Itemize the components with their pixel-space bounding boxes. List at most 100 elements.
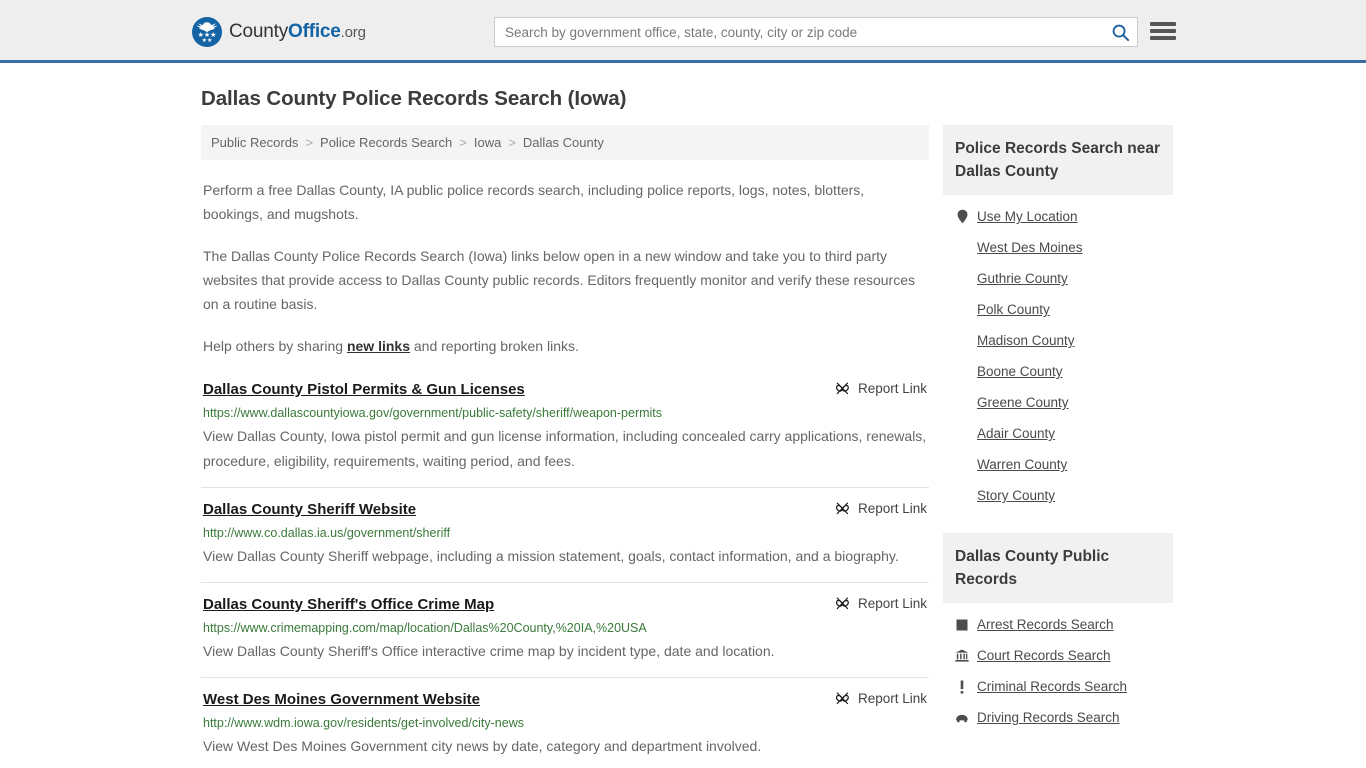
page-title: Dallas County Police Records Search (Iow… (201, 87, 627, 110)
result-title-link[interactable]: Dallas County Pistol Permits & Gun Licen… (203, 380, 525, 400)
page-body: Dallas County Police Records Search (Iow… (0, 87, 1366, 768)
sidebar: Police Records Search near Dallas County… (943, 125, 1173, 739)
intro-paragraph-1: Perform a free Dallas County, IA public … (203, 182, 865, 222)
nearby-link[interactable]: Boone County (977, 364, 1063, 379)
nearby-item[interactable]: Greene County (943, 387, 1173, 418)
breadcrumb-item-public-records[interactable]: Public Records (211, 135, 298, 150)
intro-paragraph-2: The Dallas County Police Records Search … (203, 248, 916, 312)
logo-stars-row-2: ★★ (201, 38, 213, 44)
report-link-label: Report Link (857, 501, 927, 516)
nearby-link[interactable]: Madison County (977, 333, 1075, 348)
breadcrumb-item-dallas-county[interactable]: Dallas County (523, 135, 604, 150)
result-description: View Dallas County, Iowa pistol permit a… (203, 428, 927, 469)
report-link-button[interactable]: Report Link (835, 380, 927, 396)
nearby-link[interactable]: Warren County (977, 457, 1067, 472)
result-item: West Des Moines Government Website Report… (201, 690, 929, 768)
public-records-link[interactable]: Driving Records Search (977, 710, 1120, 725)
nearby-item[interactable]: Madison County (943, 325, 1173, 356)
result-title-link[interactable]: Dallas County Sheriff Website (203, 500, 416, 520)
broken-link-icon (835, 502, 849, 515)
car-icon (955, 713, 969, 723)
public-records-item[interactable]: Court Records Search (943, 640, 1173, 671)
breadcrumb-item-iowa[interactable]: Iowa (474, 135, 501, 150)
fingerprint-icon (956, 619, 968, 630)
result-header: Dallas County Pistol Permits & Gun Licen… (203, 380, 927, 400)
public-records-item[interactable]: Criminal Records Search (943, 671, 1173, 702)
public-records-list: Arrest Records Search Court Records Searc… (943, 603, 1173, 733)
search-bar[interactable] (494, 17, 1138, 47)
result-header: West Des Moines Government Website Report… (203, 690, 927, 710)
report-link-label: Report Link (857, 691, 927, 706)
search-input[interactable] (495, 18, 1103, 46)
result-item: Dallas County Sheriff Website Report Link… (201, 500, 929, 583)
intro-p3-after: and reporting broken links. (410, 338, 579, 354)
report-link-button[interactable]: Report Link (835, 500, 927, 516)
nearby-link[interactable]: Use My Location (977, 209, 1078, 224)
fingerprint-icon (955, 619, 969, 631)
hamburger-bar-2 (1150, 29, 1176, 33)
courthouse-icon (955, 649, 969, 662)
public-records-link[interactable]: Arrest Records Search (977, 617, 1114, 632)
broken-link-icon (835, 692, 849, 705)
brand-part-county: County (229, 21, 289, 42)
result-header: Dallas County Sheriff Website Report Link (203, 500, 927, 520)
intro-p3-before: Help others by sharing (203, 338, 347, 354)
breadcrumb: Public Records > Police Records Search >… (201, 125, 929, 160)
breadcrumb-item-police-records-search[interactable]: Police Records Search (320, 135, 452, 150)
intro-section: Perform a free Dallas County, IA public … (201, 178, 929, 358)
hamburger-bar-1 (1150, 22, 1176, 26)
courthouse-icon (955, 649, 969, 662)
car-icon (956, 714, 968, 722)
nearby-link[interactable]: Greene County (977, 395, 1069, 410)
nearby-item[interactable]: Warren County (943, 449, 1173, 480)
result-description: View Dallas County Sheriff's Office inte… (203, 643, 775, 659)
result-url[interactable]: https://www.dallascountyiowa.gov/governm… (203, 405, 927, 421)
nearby-item[interactable]: Boone County (943, 356, 1173, 387)
result-title-link[interactable]: Dallas County Sheriff's Office Crime Map (203, 595, 494, 615)
nearby-item[interactable]: Adair County (943, 418, 1173, 449)
nearby-item[interactable]: Use My Location (943, 201, 1173, 232)
result-url[interactable]: https://www.crimemapping.com/map/locatio… (203, 620, 927, 636)
nearby-item[interactable]: Story County (943, 480, 1173, 511)
nearby-link[interactable]: Polk County (977, 302, 1050, 317)
nearby-item[interactable]: West Des Moines (943, 232, 1173, 263)
report-link-label: Report Link (857, 381, 927, 396)
hamburger-menu-button[interactable] (1150, 20, 1176, 42)
map-pin-icon (955, 209, 969, 224)
nearby-link[interactable]: Adair County (977, 426, 1055, 441)
nearby-link[interactable]: Guthrie County (977, 271, 1068, 286)
content-container: Dallas County Police Records Search (Iow… (193, 87, 1173, 768)
nearby-item[interactable]: Guthrie County (943, 263, 1173, 294)
report-link-label: Report Link (857, 596, 927, 611)
nearby-police-records-box: Police Records Search near Dallas County… (943, 125, 1173, 511)
search-button[interactable] (1103, 18, 1137, 46)
report-link-button[interactable]: Report Link (835, 690, 927, 706)
exclamation-icon (960, 680, 964, 694)
nearby-heading: Police Records Search near Dallas County (943, 125, 1173, 195)
result-item: Dallas County Pistol Permits & Gun Licen… (201, 380, 929, 488)
main-column: Public Records > Police Records Search >… (201, 125, 929, 768)
results-list: Dallas County Pistol Permits & Gun Licen… (201, 380, 929, 768)
report-link-button[interactable]: Report Link (835, 595, 927, 611)
result-url[interactable]: http://www.co.dallas.ia.us/government/sh… (203, 525, 927, 541)
public-records-link[interactable]: Court Records Search (977, 648, 1111, 663)
result-header: Dallas County Sheriff's Office Crime Map… (203, 595, 927, 615)
nearby-link[interactable]: West Des Moines (977, 240, 1083, 255)
brand-part-office: Office (288, 21, 341, 42)
map-pin-icon (957, 209, 967, 224)
site-logo[interactable]: ★★★ ★★ CountyOffice.org (192, 17, 366, 47)
breadcrumb-separator-icon: > (508, 135, 516, 150)
nearby-item[interactable]: Polk County (943, 294, 1173, 325)
result-description: View West Des Moines Government city new… (203, 738, 762, 754)
public-records-heading: Dallas County Public Records (943, 533, 1173, 603)
public-records-item[interactable]: Arrest Records Search (943, 609, 1173, 640)
result-url[interactable]: http://www.wdm.iowa.gov/residents/get-in… (203, 715, 927, 731)
nearby-list: Use My Location West Des Moines Guthrie Co… (943, 195, 1173, 511)
result-title-link[interactable]: West Des Moines Government Website (203, 690, 480, 710)
hamburger-bar-3 (1150, 36, 1176, 40)
nearby-link[interactable]: Story County (977, 488, 1055, 503)
public-records-link[interactable]: Criminal Records Search (977, 679, 1127, 694)
new-links-link[interactable]: new links (347, 338, 410, 354)
intro-paragraph-3: Help others by sharing new links and rep… (203, 334, 927, 358)
public-records-item[interactable]: Driving Records Search (943, 702, 1173, 733)
